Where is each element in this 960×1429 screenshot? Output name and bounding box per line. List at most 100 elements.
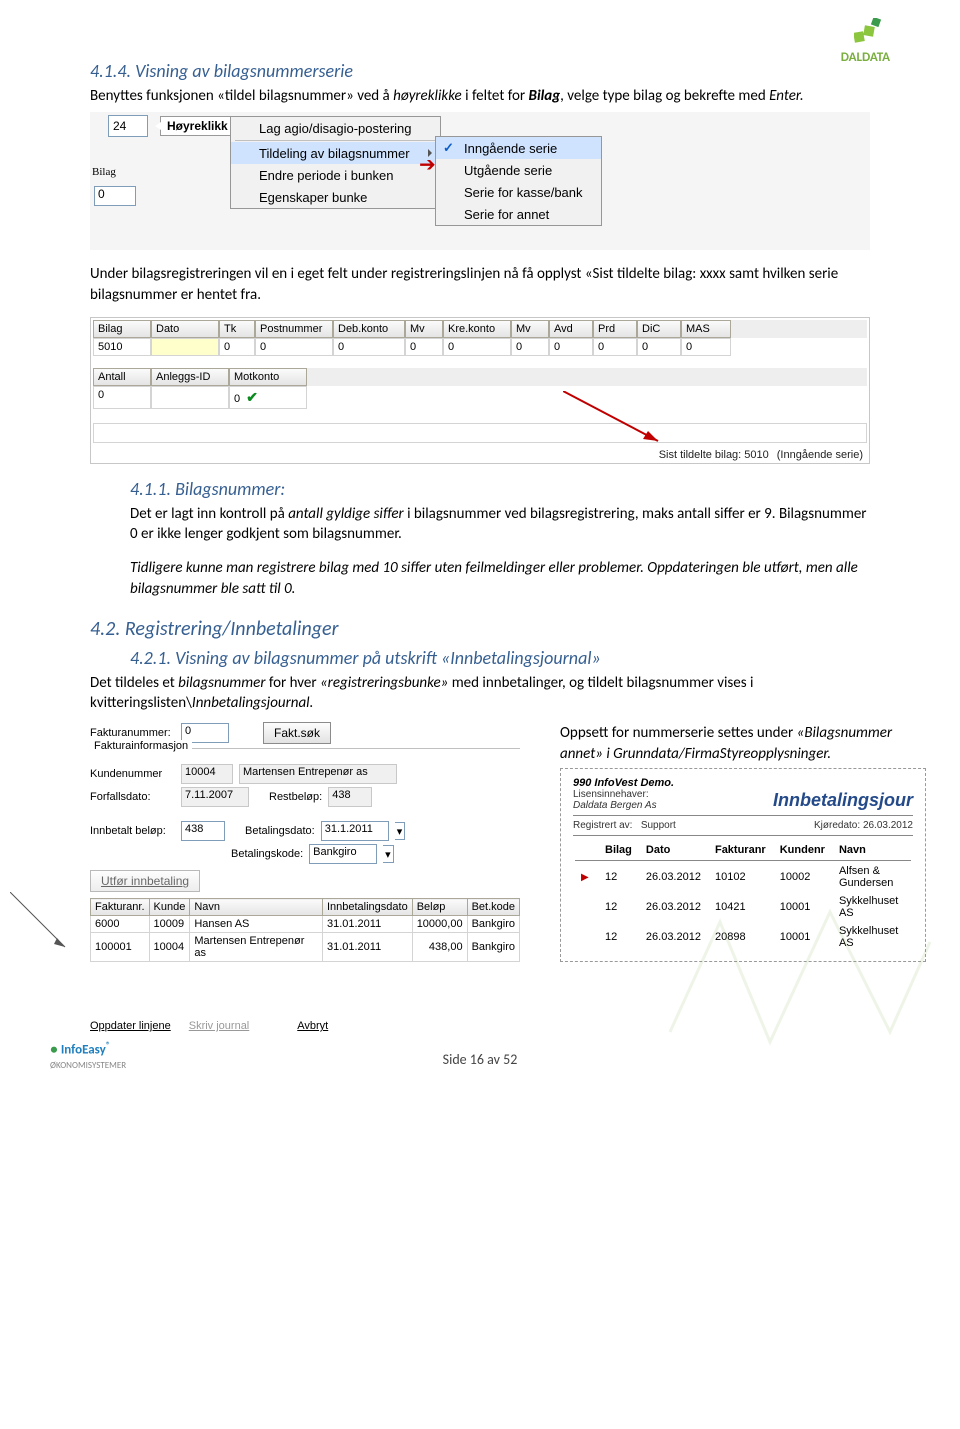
submenu-inngaende[interactable]: ✓Inngående serie	[436, 137, 601, 159]
para-under: Under bilagsregistreringen vil en i eget…	[90, 264, 870, 305]
col-header: DiC	[637, 320, 681, 338]
betdato-label: Betalingsdato:	[245, 825, 315, 837]
kundenr-label: Kundenummer	[90, 768, 175, 780]
betdato-input[interactable]: 31.1.2011	[321, 821, 389, 841]
cell: Hansen AS	[190, 916, 323, 933]
cell: 12	[599, 863, 638, 891]
col-header: Anleggs-ID	[151, 368, 229, 386]
cell[interactable]: 5010	[93, 338, 151, 356]
innbelop-input[interactable]: 438	[181, 821, 225, 841]
cell: 10001	[774, 893, 831, 921]
check-icon: ✔	[246, 389, 258, 405]
cell: 31.01.2011	[322, 916, 412, 933]
menu-egenskaper[interactable]: Egenskaper bunke	[231, 186, 440, 208]
cell: 26.03.2012	[640, 893, 707, 921]
col-header: Dato	[640, 842, 707, 858]
cell[interactable]: 0	[255, 338, 333, 356]
col-header: Postnummer	[255, 320, 333, 338]
submenu-annet[interactable]: Serie for annet	[436, 203, 601, 225]
faktinfo-legend: Fakturainformasjon	[90, 740, 192, 752]
cell: 438,00	[412, 933, 467, 962]
betkode-label: Betalingskode:	[231, 848, 303, 860]
hoyreklikk-tooltip: Høyreklikk	[160, 116, 235, 136]
col-header: Innbetalingsdato	[322, 899, 412, 916]
innbetaling-table: Fakturanr.KundeNavnInnbetalingsdatoBeløp…	[90, 898, 520, 962]
daldata-logo: DALDATA	[841, 18, 890, 65]
page-number: Side 16 av 52	[0, 1051, 960, 1068]
col-header: Avd	[549, 320, 593, 338]
submenu-kasse[interactable]: Serie for kasse/bank	[436, 181, 601, 203]
faktnr-label: Fakturanummer:	[90, 727, 175, 739]
cell: 26.03.2012	[640, 863, 707, 891]
cell: 12	[599, 893, 638, 921]
menu-tildeling[interactable]: Tildeling av bilagsnummer	[231, 142, 440, 164]
journal-title: Innbetalingsjour	[773, 790, 913, 811]
col-header: MAS	[681, 320, 731, 338]
payright-text: Oppsett for nummerserie settes under «Bi…	[560, 723, 926, 764]
cell: 10009	[149, 916, 190, 933]
restbelop-field: 438	[328, 787, 372, 807]
cell[interactable]: 0	[511, 338, 549, 356]
daldata-logo-icon	[854, 18, 890, 46]
cell[interactable]	[151, 338, 219, 356]
cell[interactable]: 0	[93, 386, 151, 409]
cell[interactable]: 0	[219, 338, 255, 356]
cell: Sykkelhuset AS	[833, 923, 911, 951]
cell: Martensen Entrepenør as	[190, 933, 323, 962]
submenu-utgaende[interactable]: Utgående serie	[436, 159, 601, 181]
submenu-serie: ✓Inngående serie Utgående serie Serie fo…	[435, 136, 602, 226]
cell[interactable]: 0	[549, 338, 593, 356]
col-header: Kundenr	[774, 842, 831, 858]
cell[interactable]: 0	[637, 338, 681, 356]
top-number-box: 24	[108, 115, 148, 137]
para-414: Benyttes funksjonen «tildel bilagsnummer…	[90, 86, 870, 106]
col-header: Bilag	[93, 320, 151, 338]
red-triangle-icon: ▶	[581, 872, 589, 883]
col-header: Bilag	[599, 842, 638, 858]
cell: 10004	[149, 933, 190, 962]
cell: Bankgiro	[467, 933, 519, 962]
arrow-oppdater-icon	[10, 892, 70, 952]
heading-42: 4.2. Registrering/Innbetalinger	[90, 617, 870, 641]
chevron-down-icon[interactable]: ▾	[383, 845, 394, 863]
cell: 10421	[709, 893, 772, 921]
avbryt-button[interactable]: Avbryt	[297, 1020, 328, 1032]
col-header: Tk	[219, 320, 255, 338]
innbetalingsjournal: 990 InfoVest Demo. Lisensinnehaver: Dald…	[560, 768, 926, 962]
bilag-field[interactable]: 0	[94, 186, 136, 206]
journal-firm: 990 InfoVest Demo.	[573, 777, 913, 789]
cell: 100001	[91, 933, 150, 962]
heading-411: 4.1.1. Bilagsnummer:	[130, 478, 870, 500]
menu-periode[interactable]: Endre periode i bunken	[231, 164, 440, 186]
col-header: Fakturanr.	[91, 899, 150, 916]
cell: 26.03.2012	[640, 923, 707, 951]
betkode-select[interactable]: Bankgiro	[309, 844, 377, 864]
cell[interactable]: 0	[405, 338, 443, 356]
col-header: Motkonto	[229, 368, 307, 386]
forfall-field: 7.11.2007	[181, 787, 249, 807]
cell[interactable]: 0 ✔	[229, 386, 307, 409]
menu-agio[interactable]: Lag agio/disagio-postering	[231, 117, 440, 139]
forfall-label: Forfallsdato:	[90, 791, 175, 803]
context-menu: Lag agio/disagio-postering Tildeling av …	[230, 116, 441, 209]
restbelop-label: Restbeløp:	[269, 791, 322, 803]
utfor-button[interactable]: Utfør innbetaling	[90, 870, 200, 892]
chevron-down-icon[interactable]: ▾	[395, 822, 406, 840]
col-header: Beløp	[412, 899, 467, 916]
cell[interactable]: 0	[333, 338, 405, 356]
col-header: Bet.kode	[467, 899, 519, 916]
cell[interactable]: 0	[443, 338, 511, 356]
cell[interactable]: 0	[681, 338, 731, 356]
col-header: Kre.konto	[443, 320, 511, 338]
faktsok-button[interactable]: Fakt.søk	[263, 722, 331, 744]
cell[interactable]	[151, 386, 229, 409]
cell[interactable]: 0	[593, 338, 637, 356]
col-header: Navn	[190, 899, 323, 916]
col-header: Kunde	[149, 899, 190, 916]
sist-tildelte-serie: (Inngående serie)	[777, 449, 863, 461]
para-411-2: Tidligere kunne man registrere bilag med…	[130, 558, 870, 599]
cell: 20898	[709, 923, 772, 951]
oppdater-button[interactable]: Oppdater linjene	[90, 1020, 171, 1032]
cell: 12	[599, 923, 638, 951]
cell: 10002	[774, 863, 831, 891]
